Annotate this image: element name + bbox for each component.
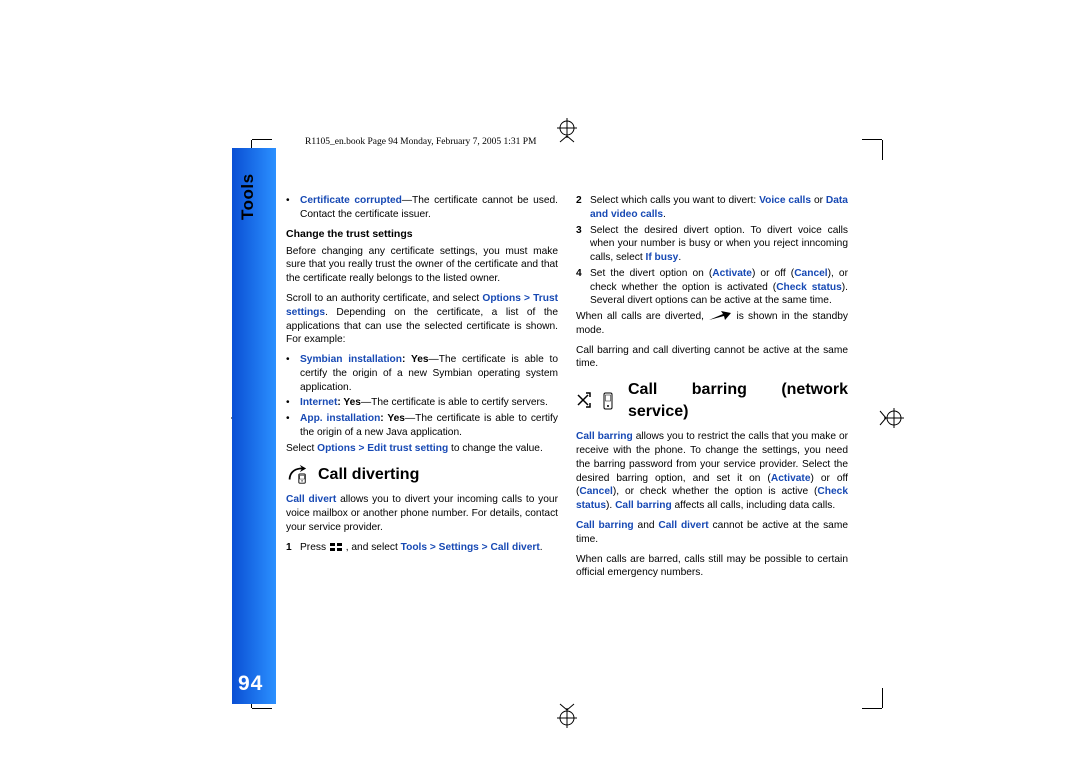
call-diverting-heading: Call diverting (286, 463, 558, 485)
emergency-note: When calls are barred, calls still may b… (576, 553, 848, 581)
select-edit-text: Select Options > Edit trust setting to c… (286, 442, 558, 456)
sidebar-band (232, 148, 276, 704)
section-label: Tools (238, 173, 258, 220)
step-2-num: 2 (576, 194, 590, 222)
cropmark-mid-bottom (553, 700, 581, 728)
step-1-num: 1 (286, 541, 300, 555)
edit-trust-link: Options > Edit trust setting (317, 443, 448, 454)
voice-calls-link: Voice calls (759, 195, 811, 206)
cropmark-bottom-right (862, 688, 890, 716)
divert-icon (286, 463, 308, 485)
internet-label: Internet (300, 397, 337, 408)
barring-intro: Call barring allows you to restrict the … (576, 430, 848, 513)
barring-divert-exclusive: Call barring and Call divert cannot be a… (576, 519, 848, 547)
symbian-label: Symbian installation (300, 354, 402, 365)
cropmark-mid-right (876, 404, 904, 432)
when-all-diverted: When all calls are diverted, is shown in… (576, 310, 848, 338)
cropmark-mid-top (553, 118, 581, 146)
cert-corrupted-label: Certificate corrupted (300, 195, 402, 206)
divert-intro: Call divert allows you to divert your in… (286, 493, 558, 534)
bar-cancel-link: Cancel (579, 486, 612, 497)
divert-arrow-icon (708, 311, 732, 321)
app-install-label: App. installation (300, 413, 380, 424)
bar-activate-link: Activate (771, 473, 811, 484)
before-change-text: Before changing any certificate settings… (286, 245, 558, 286)
settings-call-divert-link: Tools > Settings > Call divert (401, 542, 540, 553)
menu-key-icon (329, 542, 343, 552)
barring-icon (576, 391, 618, 411)
page-number: 94 (238, 672, 263, 696)
print-header: R1105_en.book Page 94 Monday, February 7… (305, 137, 537, 147)
change-trust-heading: Change the trust settings (286, 227, 558, 241)
page-content: • Certificate corrupted—The certificate … (286, 194, 848, 704)
left-column: • Certificate corrupted—The certificate … (286, 194, 558, 704)
cancel-link: Cancel (794, 268, 827, 279)
right-column: 2 Select which calls you want to divert:… (576, 194, 848, 704)
step-4-num: 4 (576, 267, 590, 308)
activate-link: Activate (712, 268, 752, 279)
call-barring-heading: Call barring (network service) (576, 379, 848, 422)
cropmark-top-right (862, 132, 890, 160)
not-both-active: Call barring and call diverting cannot b… (576, 344, 848, 372)
check-status-link: Check status (776, 282, 842, 293)
step-3-num: 3 (576, 224, 590, 265)
scroll-text: Scroll to an authority certificate, and … (286, 292, 558, 347)
if-busy-link: If busy (645, 252, 678, 263)
